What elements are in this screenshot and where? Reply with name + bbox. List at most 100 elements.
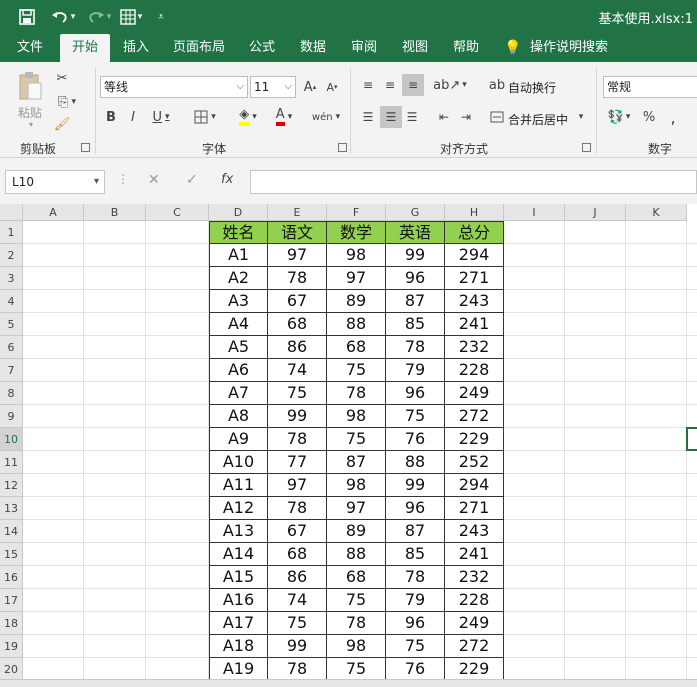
table-cell[interactable]: 75 xyxy=(268,382,327,405)
align-center-icon[interactable]: ☰ xyxy=(380,106,402,128)
table-cell[interactable]: 88 xyxy=(327,313,386,336)
table-cell[interactable]: 78 xyxy=(386,566,445,589)
table-cell[interactable]: 252 xyxy=(445,451,504,474)
table-cell[interactable]: A18 xyxy=(209,635,268,658)
table-cell[interactable]: 271 xyxy=(445,497,504,520)
tab-page-layout[interactable]: 页面布局 xyxy=(166,34,232,62)
clipboard-launcher-icon[interactable] xyxy=(81,143,90,152)
customize-icon[interactable]: ⩡ xyxy=(152,6,170,28)
table-cell[interactable]: A15 xyxy=(209,566,268,589)
formula-input[interactable] xyxy=(250,170,697,194)
tab-formulas[interactable]: 公式 xyxy=(242,34,282,62)
tab-data[interactable]: 数据 xyxy=(292,34,334,62)
merge-center-icon[interactable] xyxy=(488,106,506,128)
table-cell[interactable]: 294 xyxy=(445,474,504,497)
comma-style-icon[interactable]: , xyxy=(662,106,684,128)
row-header-10[interactable]: 10 xyxy=(0,428,23,451)
table-cell[interactable]: 78 xyxy=(268,658,327,679)
table-cell[interactable]: 228 xyxy=(445,589,504,612)
table-cell[interactable]: A8 xyxy=(209,405,268,428)
table-cell[interactable]: 243 xyxy=(445,290,504,313)
table-cell[interactable]: A11 xyxy=(209,474,268,497)
table-cell[interactable]: 68 xyxy=(327,336,386,359)
worksheet-grid[interactable]: A B C D E F G H I J K 1 2 3 4 5 6 7 8 9 10 11 12 13 14 15 16 17 18 19… xyxy=(0,204,697,679)
table-cell[interactable]: A1 xyxy=(209,244,268,267)
align-middle-icon[interactable]: ≡ xyxy=(380,74,400,96)
row-header-20[interactable]: 20 xyxy=(0,658,23,679)
column-header-i[interactable]: I xyxy=(504,204,565,221)
table-cell[interactable]: 96 xyxy=(386,267,445,290)
enter-icon[interactable]: ✓ xyxy=(186,172,198,188)
tab-tell-me[interactable]: 操作说明搜索 xyxy=(526,34,612,62)
table-cell[interactable]: 75 xyxy=(327,658,386,679)
accounting-format-icon[interactable]: 💱 ▾ xyxy=(604,106,634,128)
table-cell[interactable]: 86 xyxy=(268,336,327,359)
table-cell[interactable]: 97 xyxy=(268,474,327,497)
table-cell[interactable]: A5 xyxy=(209,336,268,359)
tab-review[interactable]: 审阅 xyxy=(344,34,384,62)
table-cell[interactable]: 271 xyxy=(445,267,504,290)
table-cell[interactable]: 294 xyxy=(445,244,504,267)
tab-insert[interactable]: 插入 xyxy=(116,34,156,62)
undo-icon[interactable]: ▾ xyxy=(46,6,80,28)
table-cell[interactable]: 74 xyxy=(268,589,327,612)
table-cell[interactable]: 98 xyxy=(327,474,386,497)
row-header-8[interactable]: 8 xyxy=(0,382,23,405)
table-cell[interactable]: 75 xyxy=(386,635,445,658)
table-cell[interactable]: 96 xyxy=(386,612,445,635)
table-cell[interactable]: 75 xyxy=(327,359,386,382)
increase-font-icon[interactable]: A ▴ xyxy=(300,76,320,98)
row-header-6[interactable]: 6 xyxy=(0,336,23,359)
row-header-18[interactable]: 18 xyxy=(0,612,23,635)
table-cell[interactable]: 75 xyxy=(327,428,386,451)
table-cell[interactable]: 249 xyxy=(445,612,504,635)
table-cell[interactable]: 76 xyxy=(386,658,445,679)
number-format-combo[interactable]: 常规 xyxy=(603,76,697,98)
phonetic-icon[interactable]: wén ▾ xyxy=(308,106,344,128)
table-cell[interactable]: 78 xyxy=(268,428,327,451)
row-header-5[interactable]: 5 xyxy=(0,313,23,336)
column-header-j[interactable]: J xyxy=(565,204,626,221)
table-cell[interactable]: 96 xyxy=(386,497,445,520)
bold-icon[interactable]: B xyxy=(102,106,120,128)
table-cell[interactable]: 272 xyxy=(445,635,504,658)
tab-help[interactable]: 帮助 xyxy=(446,34,486,62)
table-cell[interactable]: A4 xyxy=(209,313,268,336)
wrap-text-icon[interactable]: ab xyxy=(488,74,506,96)
merge-center-button[interactable]: 合并后居中 xyxy=(508,111,568,128)
table-cell[interactable]: 78 xyxy=(386,336,445,359)
table-cell[interactable]: A12 xyxy=(209,497,268,520)
table-cell[interactable]: 75 xyxy=(327,589,386,612)
row-header-15[interactable]: 15 xyxy=(0,543,23,566)
wrap-text-button[interactable]: 自动换行 xyxy=(508,79,556,96)
table-cell[interactable]: 78 xyxy=(268,497,327,520)
table-cell[interactable]: 272 xyxy=(445,405,504,428)
row-header-7[interactable]: 7 xyxy=(0,359,23,382)
tab-home[interactable]: 开始 xyxy=(60,34,110,62)
table-cell[interactable]: 87 xyxy=(327,451,386,474)
merge-dropdown-icon[interactable]: ▾ xyxy=(576,106,586,128)
active-cell-selection[interactable] xyxy=(686,427,697,451)
name-box[interactable]: L10 ▾ xyxy=(5,170,105,194)
copy-icon[interactable]: ⎘ ▾ xyxy=(52,92,82,112)
table-header-cell[interactable]: 英语 xyxy=(386,221,445,244)
table-cell[interactable]: 232 xyxy=(445,336,504,359)
row-header-4[interactable]: 4 xyxy=(0,290,23,313)
column-header-e[interactable]: E xyxy=(268,204,327,221)
align-top-icon[interactable]: ≡ xyxy=(358,74,378,96)
tab-file[interactable]: 文件 xyxy=(8,34,52,62)
table-cell[interactable]: 89 xyxy=(327,520,386,543)
table-cell[interactable]: A7 xyxy=(209,382,268,405)
sheet-tab-bar[interactable] xyxy=(0,679,697,687)
table-cell[interactable]: 241 xyxy=(445,313,504,336)
table-cell[interactable]: 232 xyxy=(445,566,504,589)
table-cell[interactable]: 97 xyxy=(327,497,386,520)
table-cell[interactable]: A16 xyxy=(209,589,268,612)
table-header-cell[interactable]: 总分 xyxy=(445,221,504,244)
table-header-cell[interactable]: 姓名 xyxy=(209,221,268,244)
table-cell[interactable]: 98 xyxy=(327,405,386,428)
table-cell[interactable]: 68 xyxy=(268,313,327,336)
table-cell[interactable]: A9 xyxy=(209,428,268,451)
table-cell[interactable]: 88 xyxy=(327,543,386,566)
table-cell[interactable]: 243 xyxy=(445,520,504,543)
